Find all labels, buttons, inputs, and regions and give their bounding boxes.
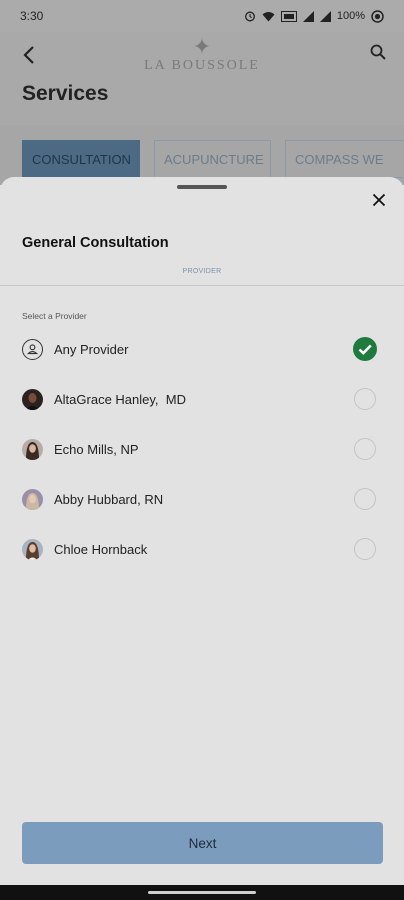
status-bar: 3:30 100% [0, 0, 404, 32]
battery-level: 100% [336, 10, 365, 22]
provider-row[interactable]: Chloe Hornback [0, 524, 404, 574]
signal-icon [302, 10, 314, 22]
status-time: 3:30 [20, 9, 44, 23]
home-indicator[interactable] [148, 891, 256, 894]
radio-button[interactable] [354, 388, 376, 410]
provider-avatar [22, 538, 43, 560]
status-icons: 100% [244, 9, 384, 23]
provider-row[interactable]: AltaGrace Hanley, MD [0, 374, 404, 424]
tab-consultation[interactable]: CONSULTATION [22, 140, 140, 178]
provider-name: Echo Mills, NP [54, 441, 139, 457]
provider-row[interactable]: Abby Hubbard, RN [0, 474, 404, 524]
logo: ✦ LA BOUSSOLE [0, 34, 404, 74]
signal-icon [319, 10, 331, 22]
drag-handle[interactable] [177, 185, 227, 189]
provider-row-any[interactable]: Any Provider [0, 324, 404, 374]
page-title: Services [22, 82, 109, 105]
circle-icon [371, 9, 384, 23]
step-label: PROVIDER [182, 268, 222, 275]
data-icon [280, 10, 297, 22]
provider-name: Chloe Hornback [54, 541, 148, 557]
close-icon [372, 193, 386, 207]
service-tabs: CONSULTATION ACUPUNCTURE COMPASS WE [0, 125, 404, 185]
provider-avatar [22, 488, 43, 510]
system-nav-bar [0, 885, 404, 900]
section-label: Select a Provider [22, 311, 87, 321]
provider-avatar [22, 388, 43, 410]
radio-button[interactable] [354, 488, 376, 510]
logo-text: LA BOUSSOLE [144, 58, 260, 73]
provider-row[interactable]: Echo Mills, NP [0, 424, 404, 474]
wifi-icon [262, 11, 275, 21]
divider [0, 285, 404, 286]
provider-list: Any Provider AltaGrace Hanley, MD Echo M… [0, 324, 404, 574]
search-icon [370, 44, 386, 60]
provider-name: Abby Hubbard, RN [54, 491, 164, 507]
provider-avatar [22, 438, 43, 460]
sheet-title: General Consultation [22, 235, 169, 251]
provider-name: AltaGrace Hanley, MD [54, 391, 186, 407]
next-button[interactable]: Next [22, 822, 383, 864]
provider-name: Any Provider [54, 341, 129, 357]
provider-sheet: General Consultation PROVIDER Select a P… [0, 177, 404, 885]
alarm-icon [244, 11, 255, 22]
selected-check-icon[interactable] [353, 337, 377, 361]
search-button[interactable] [370, 44, 386, 65]
user-icon [22, 338, 43, 360]
compass-icon: ✦ [192, 34, 212, 59]
tab-acupuncture[interactable]: ACUPUNCTURE [154, 140, 271, 178]
app-header: ✦ LA BOUSSOLE Services [0, 32, 404, 125]
close-button[interactable] [368, 189, 390, 211]
radio-button[interactable] [354, 438, 376, 460]
radio-button[interactable] [354, 538, 376, 560]
tab-compass[interactable]: COMPASS WE [285, 140, 404, 178]
